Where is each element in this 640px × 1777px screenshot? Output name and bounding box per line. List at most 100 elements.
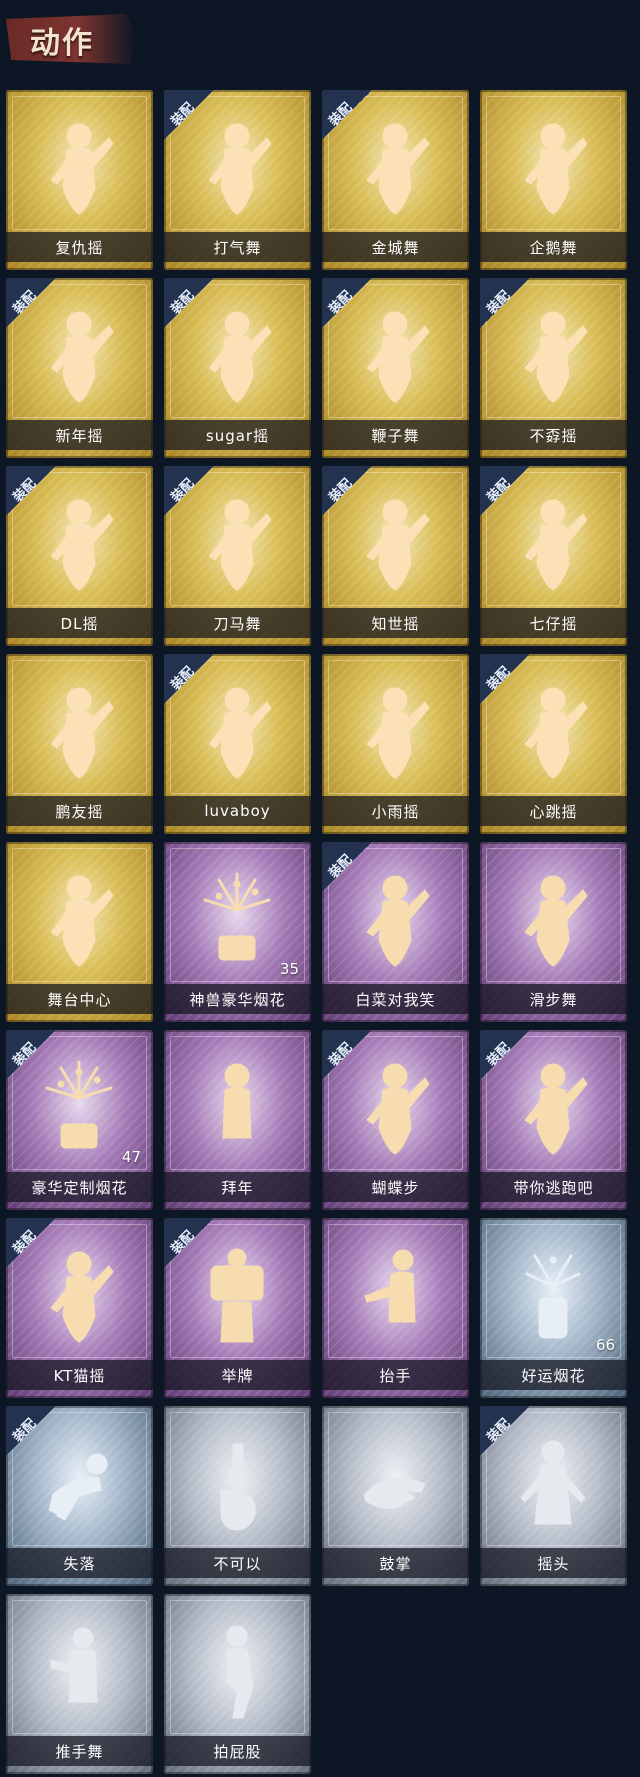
equipped-badge: 装配 [322, 842, 372, 892]
emote-card[interactable]: 装配 七仔摇 [480, 466, 627, 646]
emote-name: 舞台中心 [47, 990, 112, 1009]
card-label-bar: 刀马舞 [164, 608, 311, 638]
emote-card[interactable]: 拍屁股 [164, 1594, 311, 1774]
card-label-bar: luvaboy [164, 796, 311, 826]
emote-name: 失落 [63, 1554, 96, 1573]
card-label-bar: 豪华定制烟花 [6, 1172, 153, 1202]
emote-card[interactable]: 装配 新年摇 [6, 278, 153, 458]
emote-name: 抬手 [379, 1366, 412, 1385]
equipped-badge: 装配 [322, 90, 372, 140]
dance-figure-icon [524, 875, 588, 967]
equipped-label: 装配 [326, 476, 356, 506]
emote-card[interactable]: 推手舞 [6, 1594, 153, 1774]
emote-card[interactable]: 小雨摇 [322, 654, 469, 834]
emote-card[interactable]: 装配心跳摇 [480, 654, 627, 834]
item-count: 66 [595, 1336, 615, 1354]
fireworks-icon [203, 872, 271, 961]
card-label-bar: 摇头 [480, 1548, 627, 1578]
card-label-bar: 带你逃跑吧 [480, 1172, 627, 1202]
emote-card[interactable]: 装配 KT猫摇 [6, 1218, 153, 1398]
card-label-bar: 知世摇 [322, 608, 469, 638]
emote-name: 带你逃跑吧 [513, 1178, 594, 1197]
equipped-badge: 装配 [6, 466, 56, 516]
equipped-badge: 装配 [164, 278, 214, 328]
push-hand-figure-icon [50, 1627, 98, 1703]
emote-card[interactable]: 企鹅舞 [480, 90, 627, 270]
card-label-bar: 抬手 [322, 1360, 469, 1390]
equipped-badge: 装配 [164, 1218, 214, 1268]
emote-card[interactable]: 装配 刀马舞 [164, 466, 311, 646]
card-label-bar: 白菜对我笑 [322, 984, 469, 1014]
card-label-bar: 推手舞 [6, 1736, 153, 1766]
emote-name: luvaboy [204, 802, 271, 820]
card-label-bar: 复仇摇 [6, 232, 153, 262]
bow-figure-icon [222, 1063, 252, 1139]
emote-card[interactable]: 装配 47 豪华定制烟花 [6, 1030, 153, 1210]
equipped-badge: 装配 [6, 1406, 56, 1456]
card-label-bar: 举牌 [164, 1360, 311, 1390]
equipped-label: 装配 [484, 664, 514, 694]
equipped-label: 装配 [168, 1228, 198, 1258]
emote-card[interactable]: 装配金城舞 [322, 90, 469, 270]
equipped-badge: 装配 [480, 1406, 530, 1456]
emote-name: 好运烟花 [521, 1366, 586, 1385]
raise-hand-figure-icon [364, 1249, 416, 1323]
emote-grid: 复仇摇 装配 打气舞 装配 金城舞 企鹅舞 装配 新年摇 装配 sugar摇 装配 鞭子舞 装配 不孬摇装… [6, 90, 627, 1774]
card-label-bar: DL摇 [6, 608, 153, 638]
emote-name: sugar摇 [205, 426, 270, 445]
emote-card[interactable]: 装配带你逃跑吧 [480, 1030, 627, 1210]
dance-figure-icon [50, 875, 114, 967]
emote-card[interactable]: 拜年 [164, 1030, 311, 1210]
equipped-badge: 装配 [6, 1030, 56, 1080]
emote-name: 企鹅舞 [529, 238, 578, 257]
dance-figure-icon [366, 687, 430, 779]
emote-card[interactable]: 装配 sugar摇 [164, 278, 311, 458]
card-label-bar: 打气舞 [164, 232, 311, 262]
card-label-bar: 滑步舞 [480, 984, 627, 1014]
equipped-label: 装配 [326, 852, 356, 882]
card-label-bar: 蝴蝶步 [322, 1172, 469, 1202]
equipped-label: 装配 [168, 664, 198, 694]
emote-card[interactable]: 装配白菜对我笑 [322, 842, 469, 1022]
emote-card[interactable]: 鼓掌 [322, 1406, 469, 1586]
dance-figure-icon [524, 123, 588, 215]
card-label-bar: 金城舞 [322, 232, 469, 262]
emote-card[interactable]: 35 神兽豪华烟花 [164, 842, 311, 1022]
emote-name: 金城舞 [371, 238, 420, 257]
emote-card[interactable]: 装配摇头 [480, 1406, 627, 1586]
equipped-badge: 装配 [322, 466, 372, 516]
emote-card[interactable]: 装配 打气舞 [164, 90, 311, 270]
card-label-bar: 心跳摇 [480, 796, 627, 826]
dance-figure-icon [50, 123, 114, 215]
emote-name: 小雨摇 [371, 802, 420, 821]
emote-card[interactable]: 装配 luvaboy [164, 654, 311, 834]
emote-card[interactable]: 装配 DL摇 [6, 466, 153, 646]
card-label-bar: 新年摇 [6, 420, 153, 450]
emote-card[interactable]: 不可以 [164, 1406, 311, 1586]
equipped-badge: 装配 [6, 1218, 56, 1268]
equipped-label: 装配 [326, 100, 356, 130]
emote-card[interactable]: 装配 不孬摇 [480, 278, 627, 458]
emote-card[interactable]: 舞台中心 [6, 842, 153, 1022]
equipped-badge: 装配 [164, 90, 214, 140]
equipped-badge: 装配 [164, 466, 214, 516]
emote-card[interactable]: 鹏友摇 [6, 654, 153, 834]
emote-card[interactable]: 装配失落 [6, 1406, 153, 1586]
emote-card[interactable]: 滑步舞 [480, 842, 627, 1022]
emote-name: 鹏友摇 [55, 802, 104, 821]
item-count: 35 [279, 960, 299, 978]
card-label-bar: KT猫摇 [6, 1360, 153, 1390]
item-count: 47 [121, 1148, 141, 1166]
equipped-label: 装配 [484, 1040, 514, 1070]
card-label-bar: 鹏友摇 [6, 796, 153, 826]
emote-name: 摇头 [537, 1554, 570, 1573]
emote-card[interactable]: 装配 鞭子舞 [322, 278, 469, 458]
emote-card[interactable]: 复仇摇 [6, 90, 153, 270]
emote-card[interactable]: 抬手 [322, 1218, 469, 1398]
dance-figure-icon [50, 687, 114, 779]
emote-card[interactable]: 装配知世摇 [322, 466, 469, 646]
emote-card[interactable]: 66 好运烟花 [480, 1218, 627, 1398]
clap-hands-icon [364, 1476, 426, 1509]
emote-card[interactable]: 装配举牌 [164, 1218, 311, 1398]
emote-card[interactable]: 装配 蝴蝶步 [322, 1030, 469, 1210]
